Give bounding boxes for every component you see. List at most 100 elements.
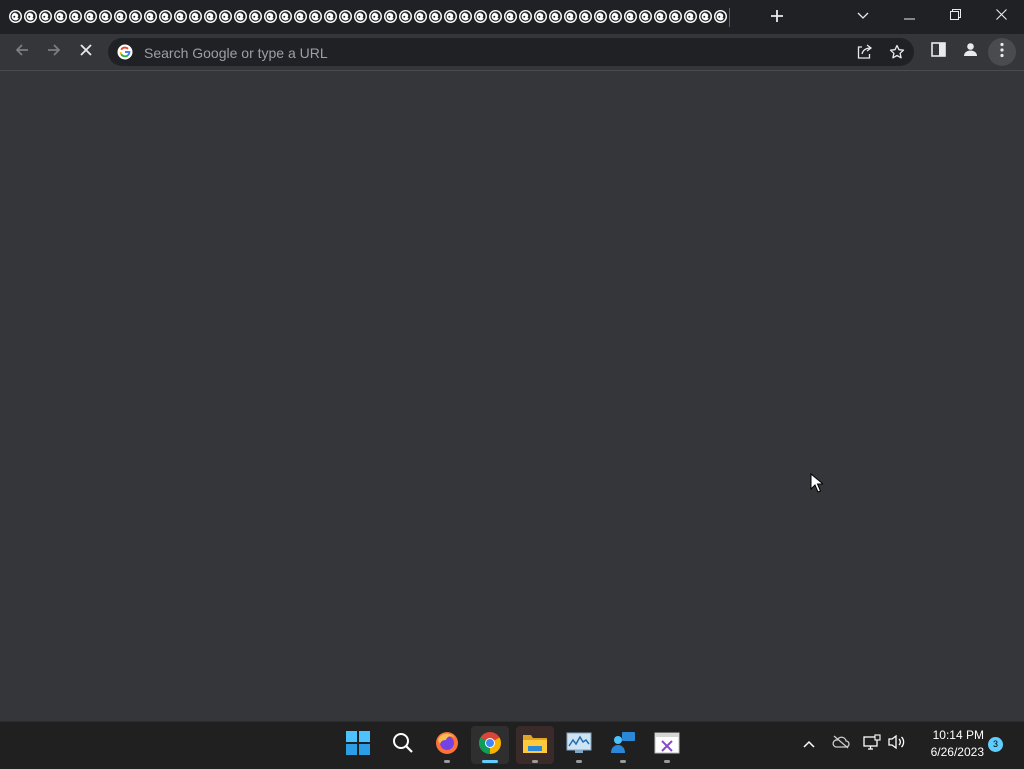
loading-globe-icon[interactable]	[278, 9, 293, 24]
people-chat-icon	[610, 731, 636, 760]
running-indicator	[664, 760, 670, 763]
taskbar-search-button[interactable]	[384, 726, 422, 764]
loading-globe-icon[interactable]	[158, 9, 173, 24]
loading-globe-icon[interactable]	[83, 9, 98, 24]
show-hidden-icons-button[interactable]	[799, 734, 819, 754]
loading-globe-icon[interactable]	[458, 9, 473, 24]
loading-globe-icon[interactable]	[353, 9, 368, 24]
loading-globe-icon[interactable]	[563, 9, 578, 24]
loading-globe-icon[interactable]	[533, 9, 548, 24]
loading-globe-icon[interactable]	[53, 9, 68, 24]
loading-globe-icon[interactable]	[623, 9, 638, 24]
share-icon[interactable]	[856, 44, 873, 65]
back-button[interactable]	[8, 38, 36, 66]
loading-globe-icon[interactable]	[383, 9, 398, 24]
arrow-left-icon	[14, 42, 30, 63]
running-indicator	[444, 760, 450, 763]
restore-button[interactable]	[932, 0, 978, 32]
profile-button[interactable]	[956, 38, 984, 66]
folder-icon	[522, 732, 548, 759]
loading-globe-icon[interactable]	[593, 9, 608, 24]
loading-globe-icon[interactable]	[638, 9, 653, 24]
loading-globe-icon[interactable]	[503, 9, 518, 24]
loading-globe-icon[interactable]	[248, 9, 263, 24]
minimize-icon	[903, 7, 915, 25]
tab-divider	[729, 8, 730, 27]
tab-search-button[interactable]	[848, 0, 878, 32]
taskbar-visual-studio-app[interactable]	[648, 726, 686, 764]
loading-globe-icon[interactable]	[518, 9, 533, 24]
arrow-right-icon	[46, 42, 62, 63]
onedrive-button[interactable]	[831, 734, 851, 754]
close-icon	[995, 7, 1007, 25]
firefox-icon	[435, 731, 459, 760]
loading-globe-icon[interactable]	[23, 9, 38, 24]
loading-globe-icon[interactable]	[173, 9, 188, 24]
taskbar-performance-monitor[interactable]	[560, 726, 598, 764]
forward-button[interactable]	[40, 38, 68, 66]
omnibox[interactable]	[108, 38, 914, 68]
loading-globe-icon[interactable]	[548, 9, 563, 24]
loading-globe-icon[interactable]	[473, 9, 488, 24]
loading-globe-icon[interactable]	[608, 9, 623, 24]
loading-globe-icon[interactable]	[188, 9, 203, 24]
loading-globe-icon[interactable]	[218, 9, 233, 24]
loading-globe-icon[interactable]	[713, 9, 728, 24]
taskbar-chat[interactable]	[604, 726, 642, 764]
loading-globe-icon[interactable]	[293, 9, 308, 24]
plus-icon	[770, 9, 784, 28]
loading-globe-icon[interactable]	[263, 9, 278, 24]
profile-icon	[962, 41, 979, 63]
loading-globe-icon[interactable]	[308, 9, 323, 24]
loading-globe-icon[interactable]	[413, 9, 428, 24]
start-button[interactable]	[339, 726, 377, 764]
search-icon	[392, 732, 414, 759]
taskbar-file-explorer[interactable]	[516, 726, 554, 764]
loading-globe-icon[interactable]	[338, 9, 353, 24]
network-button[interactable]	[862, 733, 882, 755]
loading-globe-icon[interactable]	[368, 9, 383, 24]
network-icon	[863, 733, 881, 755]
notification-badge[interactable]: 3	[988, 737, 1003, 752]
minimize-button[interactable]	[886, 0, 932, 32]
bookmark-star-icon[interactable]	[889, 44, 905, 65]
loading-globe-icon[interactable]	[428, 9, 443, 24]
taskbar-clock[interactable]: 10:14 PM 6/26/2023	[912, 727, 984, 761]
loading-globe-icon[interactable]	[698, 9, 713, 24]
stop-x-icon	[79, 43, 93, 62]
loading-globe-icon[interactable]	[398, 9, 413, 24]
page-content[interactable]	[0, 71, 1024, 721]
taskbar-chrome[interactable]	[471, 726, 509, 764]
loading-globe-icon[interactable]	[443, 9, 458, 24]
menu-kebab-icon	[1000, 42, 1004, 63]
loading-globe-icon[interactable]	[323, 9, 338, 24]
chevron-up-icon	[803, 735, 815, 753]
loading-globe-icon[interactable]	[143, 9, 158, 24]
omnibox-input[interactable]	[142, 38, 836, 68]
loading-globe-icon[interactable]	[113, 9, 128, 24]
loading-globe-icon[interactable]	[8, 9, 23, 24]
side-panel-icon	[930, 42, 946, 62]
loading-globe-icon[interactable]	[233, 9, 248, 24]
loading-globe-icon[interactable]	[668, 9, 683, 24]
cloud-offline-icon	[832, 735, 850, 754]
focused-indicator	[482, 760, 498, 763]
loading-globe-icon[interactable]	[128, 9, 143, 24]
volume-icon	[888, 734, 906, 755]
loading-globe-icon[interactable]	[98, 9, 113, 24]
browser-toolbar	[0, 34, 1024, 71]
loading-globe-icon[interactable]	[203, 9, 218, 24]
volume-button[interactable]	[887, 734, 907, 754]
new-tab-button[interactable]	[763, 2, 791, 34]
taskbar-firefox[interactable]	[428, 726, 466, 764]
loading-globe-icon[interactable]	[488, 9, 503, 24]
stop-loading-button[interactable]	[72, 38, 100, 66]
loading-globe-icon[interactable]	[578, 9, 593, 24]
loading-globe-icon[interactable]	[683, 9, 698, 24]
loading-globe-icon[interactable]	[68, 9, 83, 24]
close-button[interactable]	[978, 0, 1024, 32]
menu-button[interactable]	[988, 38, 1016, 66]
side-panel-button[interactable]	[924, 38, 952, 66]
loading-globe-icon[interactable]	[653, 9, 668, 24]
loading-globe-icon[interactable]	[38, 9, 53, 24]
